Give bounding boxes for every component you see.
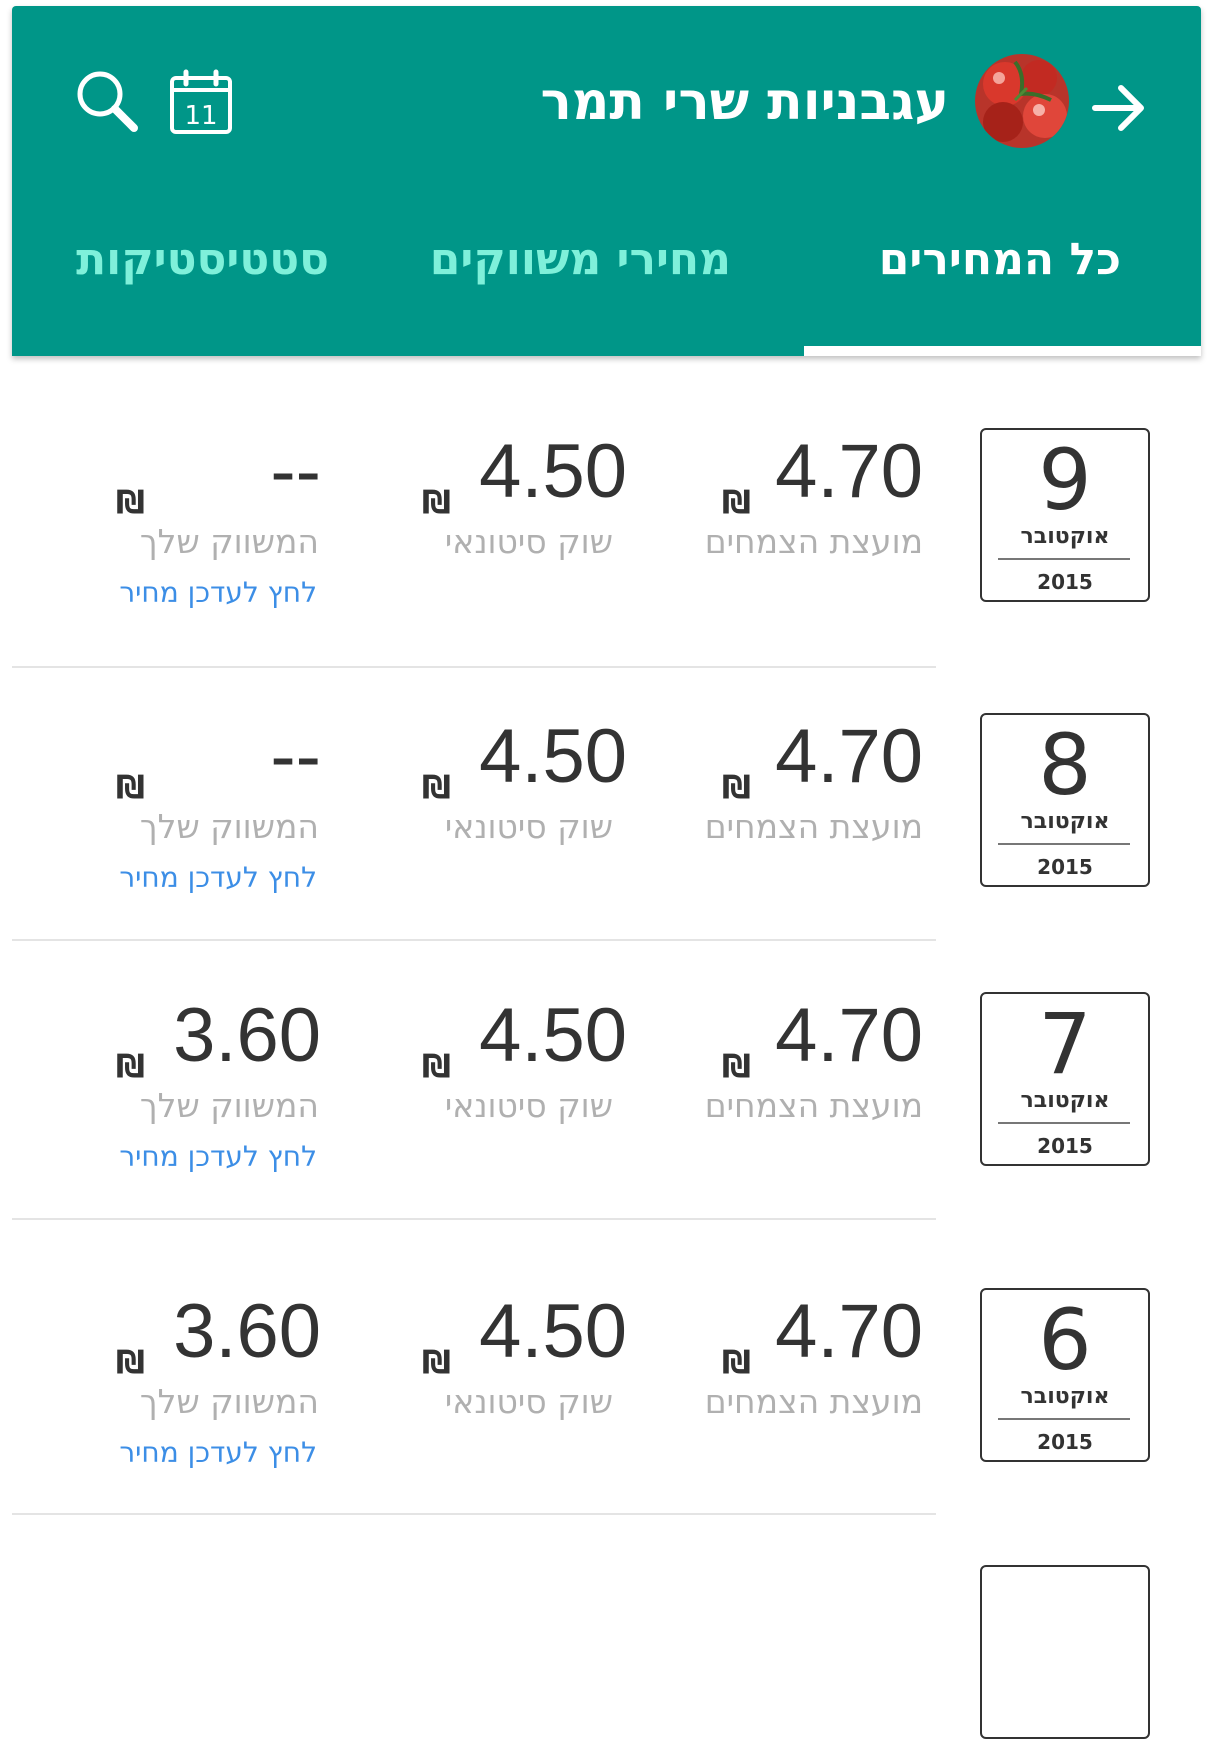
wholesale-price: 4.50	[479, 714, 627, 799]
shekel-icon: ₪	[422, 1047, 451, 1085]
row-divider	[12, 1513, 936, 1515]
your-marketer-label: המשווק שלך	[139, 807, 319, 846]
wholesale-label: שוק סיטונאי	[444, 807, 613, 846]
council-price: 4.70	[775, 993, 923, 1078]
shekel-icon: ₪	[116, 1343, 145, 1381]
your-marketer-price: --	[270, 429, 321, 514]
price-row[interactable]: 7 אוקטובר 2015 4.70 ₪ מועצת הצמחים 4.50 ₪ שוק סי…	[12, 992, 1201, 1192]
council-label: מועצת הצמחים	[704, 522, 923, 561]
date-day: 9	[1038, 431, 1092, 529]
calendar-icon-day: 11	[184, 101, 217, 131]
wholesale-label: שוק סיטונאי	[444, 1086, 613, 1125]
row-divider	[12, 1218, 936, 1220]
search-icon[interactable]	[72, 66, 142, 136]
date-year: 2015	[1037, 855, 1093, 879]
your-marketer-price: 3.60	[173, 1289, 321, 1374]
council-price: 4.70	[775, 714, 923, 799]
council-label: מועצת הצמחים	[704, 1382, 923, 1421]
date-year: 2015	[1037, 1134, 1093, 1158]
update-price-link[interactable]: לחץ לעדכן מחיר	[119, 1436, 317, 1469]
date-day: 7	[1038, 995, 1092, 1093]
update-price-link[interactable]: לחץ לעדכן מחיר	[119, 1140, 317, 1173]
your-marketer-price: 3.60	[173, 993, 321, 1078]
date-badge: 6 אוקטובר 2015	[980, 1288, 1150, 1462]
date-divider	[998, 1122, 1130, 1124]
update-price-link[interactable]: לחץ לעדכן מחיר	[119, 861, 317, 894]
council-label: מועצת הצמחים	[704, 807, 923, 846]
shekel-icon: ₪	[422, 1343, 451, 1381]
arrow-right-icon[interactable]	[1087, 76, 1151, 140]
your-marketer-label: המשווק שלך	[139, 522, 319, 561]
tab-statistics[interactable]: סטטיסטיקות	[76, 234, 329, 285]
date-month: אוקטובר	[1020, 524, 1110, 549]
tab-marketer-prices[interactable]: מחירי משווקים	[430, 234, 731, 285]
your-marketer-price: --	[270, 714, 321, 799]
date-day: 8	[1038, 716, 1092, 814]
tab-indicator	[804, 346, 1201, 356]
row-divider	[12, 666, 936, 668]
council-price: 4.70	[775, 429, 923, 514]
date-badge: 7 אוקטובר 2015	[980, 992, 1150, 1166]
shekel-icon: ₪	[422, 483, 451, 521]
your-marketer-label: המשווק שלך	[139, 1382, 319, 1421]
date-year: 2015	[1037, 1430, 1093, 1454]
price-row[interactable]: 9 אוקטובר 2015 4.70 ₪ מועצת הצמחים 4.50 ₪ שוק סי…	[12, 428, 1201, 628]
app-bar: עגבניות שרי תמר 11 כל המחירים מחירי משוו…	[12, 6, 1201, 356]
wholesale-label: שוק סיטונאי	[444, 522, 613, 561]
date-day: 6	[1038, 1291, 1092, 1389]
shekel-icon: ₪	[722, 768, 751, 806]
date-badge: 8 אוקטובר 2015	[980, 713, 1150, 887]
wholesale-price: 4.50	[479, 429, 627, 514]
avatar	[975, 54, 1069, 148]
price-row[interactable]: 6 אוקטובר 2015 4.70 ₪ מועצת הצמחים 4.50 ₪ שוק סי…	[12, 1288, 1201, 1488]
date-badge	[980, 1565, 1150, 1739]
council-price: 4.70	[775, 1289, 923, 1374]
shekel-icon: ₪	[116, 768, 145, 806]
wholesale-label: שוק סיטונאי	[444, 1382, 613, 1421]
your-marketer-label: המשווק שלך	[139, 1086, 319, 1125]
council-label: מועצת הצמחים	[704, 1086, 923, 1125]
update-price-link[interactable]: לחץ לעדכן מחיר	[119, 576, 317, 609]
shekel-icon: ₪	[116, 1047, 145, 1085]
price-row[interactable]: 8 אוקטובר 2015 4.70 ₪ מועצת הצמחים 4.50 ₪ שוק סי…	[12, 713, 1201, 913]
tab-all-prices[interactable]: כל המחירים	[879, 234, 1121, 285]
date-divider	[998, 1418, 1130, 1420]
page-title: עגבניות שרי תמר	[540, 72, 949, 132]
date-month: אוקטובר	[1020, 809, 1110, 834]
row-divider	[12, 939, 936, 941]
shekel-icon: ₪	[116, 483, 145, 521]
date-year: 2015	[1037, 570, 1093, 594]
shekel-icon: ₪	[422, 768, 451, 806]
wholesale-price: 4.50	[479, 993, 627, 1078]
wholesale-price: 4.50	[479, 1289, 627, 1374]
date-month: אוקטובר	[1020, 1088, 1110, 1113]
calendar-icon[interactable]: 11	[166, 68, 236, 138]
tomato-image	[975, 54, 1069, 148]
shekel-icon: ₪	[722, 1047, 751, 1085]
date-divider	[998, 558, 1130, 560]
date-badge: 9 אוקטובר 2015	[980, 428, 1150, 602]
date-month: אוקטובר	[1020, 1384, 1110, 1409]
date-divider	[998, 843, 1130, 845]
shekel-icon: ₪	[722, 483, 751, 521]
shekel-icon: ₪	[722, 1343, 751, 1381]
